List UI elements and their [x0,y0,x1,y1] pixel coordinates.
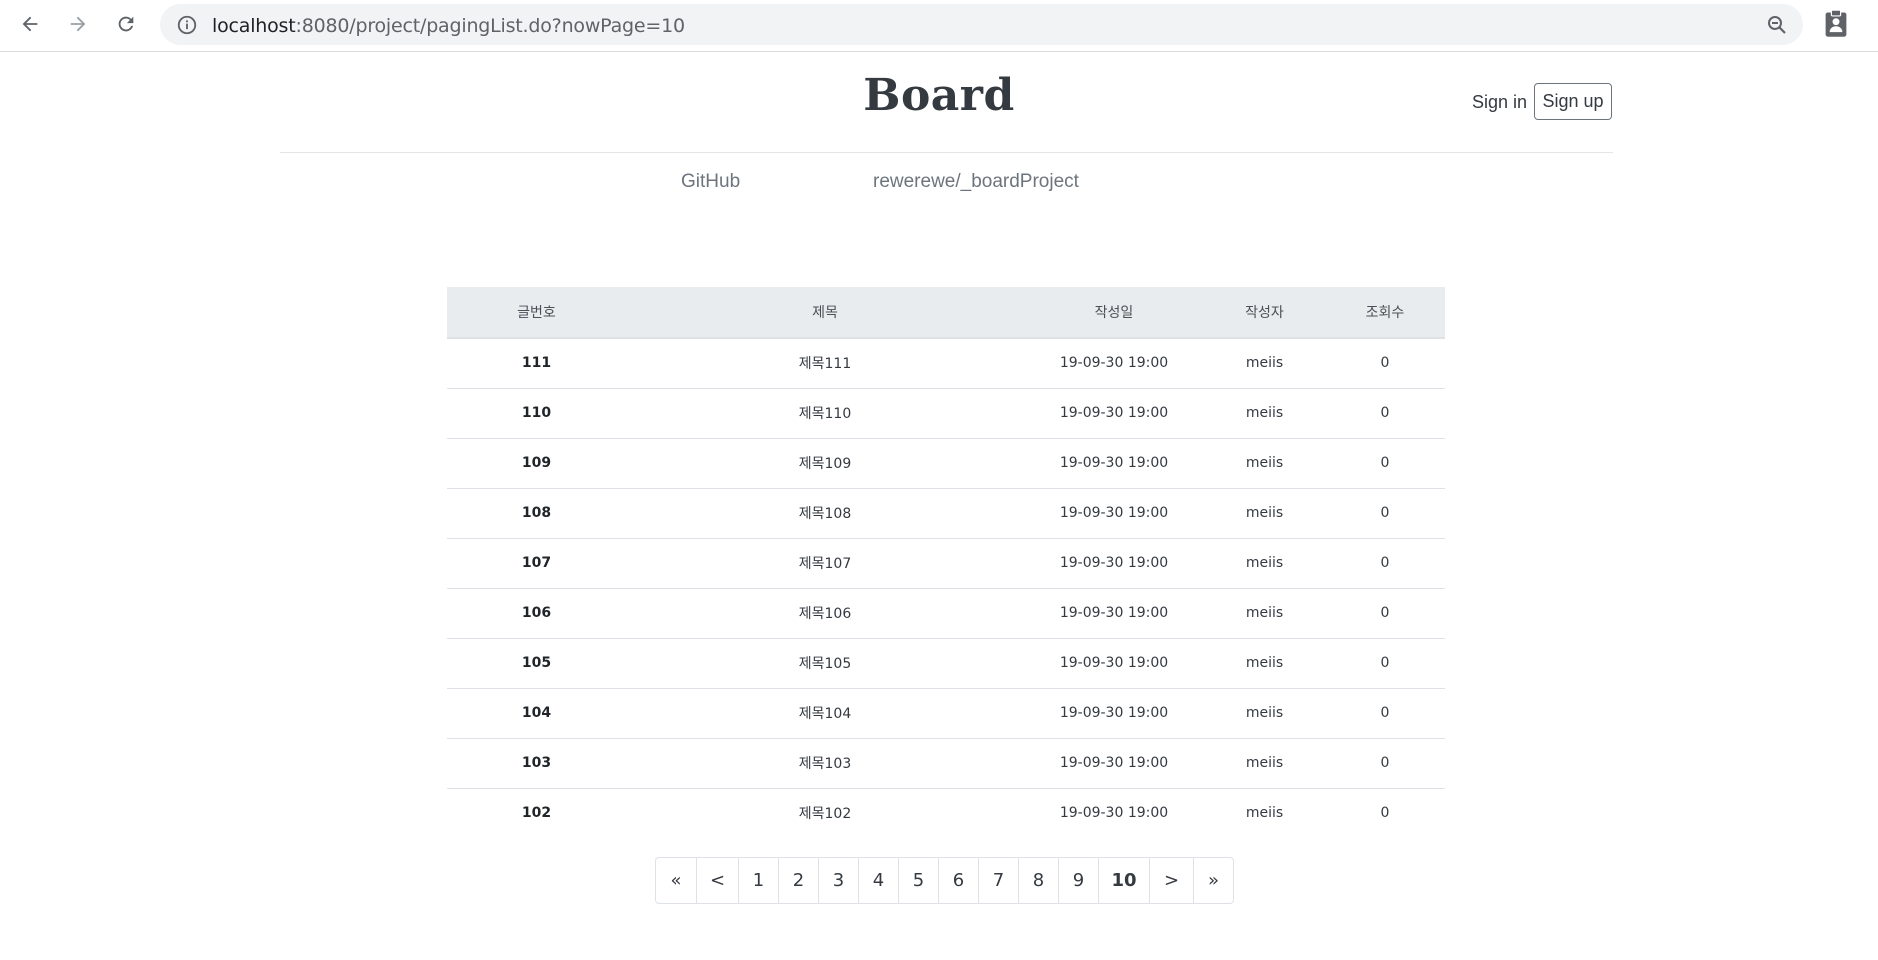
post-author: meiis [1204,437,1325,488]
post-number[interactable]: 107 [447,537,626,588]
post-author: meiis [1204,487,1325,538]
post-title-link[interactable]: 제목102 [626,787,1024,838]
clipboard-icon[interactable] [1822,9,1850,39]
post-views: 0 [1325,437,1445,488]
prev-page-button[interactable]: < [696,858,738,903]
reload-icon[interactable] [110,8,142,40]
table-row[interactable]: 108 제목108 19-09-30 19:00 meiis 0 [447,487,1445,538]
url-text[interactable]: localhost:8080/project/pagingList.do?now… [212,15,685,37]
page-number-button[interactable]: 7 [978,858,1018,903]
table-body: 111 제목111 19-09-30 19:00 meiis 0 110 제목110 19-0… [447,338,1445,838]
post-number[interactable]: 109 [447,437,626,488]
sign-in-link[interactable]: Sign in [1472,92,1527,113]
page-number-button[interactable]: 1 [738,858,778,903]
page-number-button[interactable]: 9 [1058,858,1098,903]
post-title-link[interactable]: 제목108 [626,487,1024,538]
table-row[interactable]: 107 제목107 19-09-30 19:00 meiis 0 [447,537,1445,588]
table-row[interactable]: 104 제목104 19-09-30 19:00 meiis 0 [447,687,1445,738]
post-number[interactable]: 105 [447,637,626,688]
table-row[interactable]: 103 제목103 19-09-30 19:00 meiis 0 [447,737,1445,788]
url-host: localhost [212,15,296,37]
header-author: 작성자 [1204,287,1325,339]
last-page-button[interactable]: » [1193,858,1233,903]
post-number[interactable]: 104 [447,687,626,738]
table-row[interactable]: 110 제목110 19-09-30 19:00 meiis 0 [447,387,1445,438]
post-views: 0 [1380,355,1390,372]
back-arrow-icon[interactable] [14,8,46,40]
post-views: 0 [1325,737,1445,788]
post-author: meiis [1204,587,1325,638]
post-date: 19-09-30 19:00 [1024,787,1204,838]
table-header-row: 글번호 제목 작성일 작성자 조회수 [447,287,1445,339]
post-number[interactable]: 106 [447,587,626,638]
post-date: 19-09-30 19:00 [1024,637,1204,688]
post-views: 0 [1325,687,1445,738]
post-title-link[interactable]: 제목106 [626,587,1024,638]
post-title-link[interactable]: 제목109 [626,437,1024,488]
post-date: 19-09-30 19:00 [1024,487,1204,538]
post-title-link[interactable]: 제목107 [626,537,1024,588]
header-views: 조회수 [1325,287,1445,339]
post-title-link[interactable]: 제목104 [626,687,1024,738]
post-views: 0 [1325,587,1445,638]
table-row[interactable]: 109 제목109 19-09-30 19:00 meiis 0 [447,437,1445,488]
post-author: meiis [1204,787,1325,838]
post-views: 0 [1325,787,1445,838]
post-date: 19-09-30 19:00 [1059,355,1169,372]
header-date: 작성일 [1024,287,1204,339]
zoom-icon[interactable] [1765,13,1789,37]
info-icon[interactable] [176,14,198,36]
board-table: 글번호 제목 작성일 작성자 조회수 111 제목111 19-09-30 19:0… [447,287,1445,838]
header-num: 글번호 [447,287,626,339]
post-number[interactable]: 108 [447,487,626,538]
header-divider [280,152,1613,153]
post-number[interactable]: 110 [447,387,626,438]
post-date: 19-09-30 19:00 [1024,387,1204,438]
post-author: meiis [1204,537,1325,588]
post-author: meiis [1204,387,1325,438]
url-path: :8080/project/pagingList.do?nowPage=10 [295,15,686,37]
post-author: meiis [1204,637,1325,688]
post-number[interactable]: 103 [447,737,626,788]
header-title: 제목 [626,287,1024,339]
post-views: 0 [1325,487,1445,538]
post-date: 19-09-30 19:00 [1024,537,1204,588]
post-number[interactable]: 111 [447,338,626,388]
next-page-button[interactable]: > [1149,858,1193,903]
page-number-button[interactable]: 4 [858,858,898,903]
page-number-button[interactable]: 5 [898,858,938,903]
post-date: 19-09-30 19:00 [1024,437,1204,488]
pagination: «<1 2 3 4 5 6 7 8 9 10 >» [655,857,1234,904]
browser-toolbar: localhost:8080/project/pagingList.do?now… [0,0,1878,52]
page-number-button[interactable]: 2 [778,858,818,903]
post-date: 19-09-30 19:00 [1024,587,1204,638]
address-bar[interactable]: localhost:8080/project/pagingList.do?now… [160,4,1803,45]
forward-arrow-icon[interactable] [62,8,94,40]
page-number-button[interactable]: 6 [938,858,978,903]
table-row[interactable]: 106 제목106 19-09-30 19:00 meiis 0 [447,587,1445,638]
post-views: 0 [1325,387,1445,438]
nav-link-github[interactable]: GitHub [681,171,740,193]
post-title-link[interactable]: 제목110 [626,387,1024,438]
post-date: 19-09-30 19:00 [1024,737,1204,788]
post-title-link[interactable]: 제목111 [626,338,1024,388]
table-row[interactable]: 102 제목102 19-09-30 19:00 meiis 0 [447,787,1445,838]
first-page-button[interactable]: « [656,858,696,903]
table-row[interactable]: 105 제목105 19-09-30 19:00 meiis 0 [447,637,1445,688]
sign-up-button[interactable]: Sign up [1534,83,1612,120]
post-title-link[interactable]: 제목105 [626,637,1024,688]
page-number-button[interactable]: 8 [1018,858,1058,903]
table-row[interactable]: 111 제목111 19-09-30 19:00 meiis 0 [447,338,1445,388]
current-page-button[interactable]: 10 [1098,858,1149,903]
nav-link-repo[interactable]: rewerewe/_boardProject [873,171,1079,193]
post-number[interactable]: 102 [447,787,626,838]
post-author: meiis [1204,737,1325,788]
page-number-button[interactable]: 3 [818,858,858,903]
post-date: 19-09-30 19:00 [1024,687,1204,738]
post-views: 0 [1325,537,1445,588]
post-author: meiis [1204,687,1325,738]
post-title-link[interactable]: 제목103 [626,737,1024,788]
post-views: 0 [1325,637,1445,688]
post-author: meiis [1245,355,1284,372]
